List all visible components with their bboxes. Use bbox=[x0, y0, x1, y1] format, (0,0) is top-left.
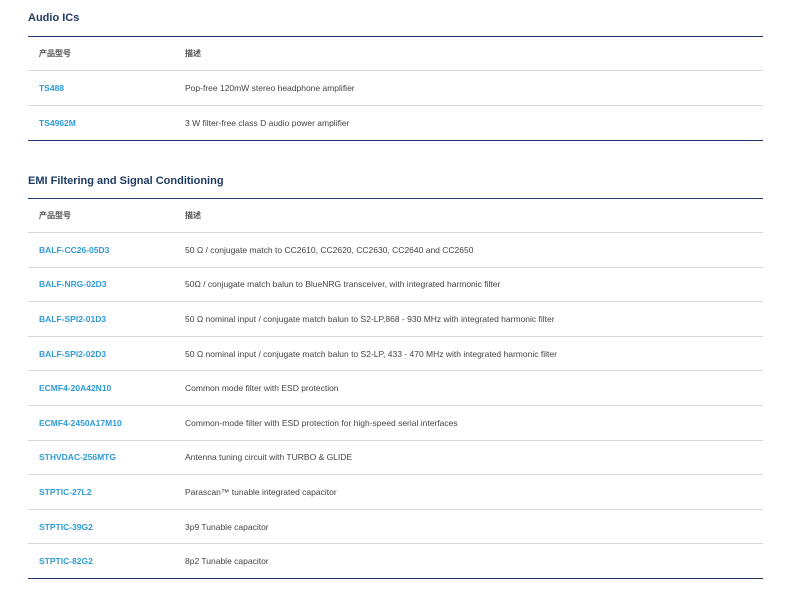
table-row: STPTIC-39G2 3p9 Tunable capacitor bbox=[28, 509, 763, 544]
part-link-balf-spi2-02d3[interactable]: BALF-SPI2-02D3 bbox=[39, 349, 106, 359]
table-row: ECMF4-2450A17M10 Common-mode filter with… bbox=[28, 405, 763, 441]
part-description: 8p2 Tunable capacitor bbox=[185, 556, 269, 567]
part-link-sthvdac-256mtg[interactable]: STHVDAC-256MTG bbox=[39, 452, 116, 462]
table-row: BALF-SPI2-02D3 50 Ω nominal input / conj… bbox=[28, 336, 763, 371]
part-link-stptic-39g2[interactable]: STPTIC-39G2 bbox=[39, 522, 93, 532]
table-row: STPTIC-82G2 8p2 Tunable capacitor bbox=[28, 544, 763, 579]
part-description: 3p9 Tunable capacitor bbox=[185, 521, 269, 532]
part-link-ecmf4-2450a17m10[interactable]: ECMF4-2450A17M10 bbox=[39, 418, 122, 428]
part-link-stptic-27l2[interactable]: STPTIC-27L2 bbox=[39, 487, 91, 497]
column-header-part-number: 产品型号 bbox=[39, 211, 71, 220]
table-row: TS4962M 3 W filter-free class D audio po… bbox=[28, 106, 763, 141]
part-description: Common mode filter with ESD protection bbox=[185, 383, 339, 394]
part-description: 50 Ω nominal input / conjugate match bal… bbox=[185, 348, 557, 359]
audio-ics-table: 产品型号 描述 TS488 Pop-free 120mW stereo head… bbox=[28, 36, 763, 141]
part-link-stptic-82g2[interactable]: STPTIC-82G2 bbox=[39, 556, 93, 566]
table-row: ECMF4-20A42N10 Common mode filter with E… bbox=[28, 371, 763, 406]
column-header-description: 描述 bbox=[185, 211, 201, 220]
part-description: Antenna tuning circuit with TURBO & GLID… bbox=[185, 452, 353, 463]
part-description: Common-mode filter with ESD protection f… bbox=[185, 417, 458, 428]
part-description: 50 Ω / conjugate match to CC2610, CC2620… bbox=[185, 244, 474, 255]
part-description: 50Ω / conjugate match balun to BlueNRG t… bbox=[185, 279, 501, 290]
part-link-balf-nrg-02d3[interactable]: BALF-NRG-02D3 bbox=[39, 279, 107, 289]
section-title-emi-filtering: EMI Filtering and Signal Conditioning bbox=[28, 175, 224, 187]
part-link-ts4962m[interactable]: TS4962M bbox=[39, 118, 76, 128]
section-title-audio-ics: Audio ICs bbox=[28, 12, 80, 24]
column-header-description: 描述 bbox=[185, 49, 201, 58]
table-row: STHVDAC-256MTG Antenna tuning circuit wi… bbox=[28, 440, 763, 475]
part-link-ecmf4-20a42n10[interactable]: ECMF4-20A42N10 bbox=[39, 383, 111, 393]
part-description: 3 W filter-free class D audio power ampl… bbox=[185, 118, 350, 128]
part-link-balf-cc26-05d3[interactable]: BALF-CC26-05D3 bbox=[39, 245, 109, 255]
table-row: BALF-NRG-02D3 50Ω / conjugate match balu… bbox=[28, 267, 763, 302]
part-link-balf-spi2-01d3[interactable]: BALF-SPI2-01D3 bbox=[39, 314, 106, 324]
part-description: Pop-free 120mW stereo headphone amplifie… bbox=[185, 83, 355, 93]
table-row: TS488 Pop-free 120mW stereo headphone am… bbox=[28, 71, 763, 106]
part-description: 50 Ω nominal input / conjugate match bal… bbox=[185, 313, 555, 324]
table-row: STPTIC-27L2 Parascan™ tunable integrated… bbox=[28, 475, 763, 510]
part-description: Parascan™ tunable integrated capacitor bbox=[185, 486, 337, 497]
table-row: BALF-SPI2-01D3 50 Ω nominal input / conj… bbox=[28, 302, 763, 337]
column-header-part-number: 产品型号 bbox=[39, 49, 71, 58]
table-header-row: 产品型号 描述 bbox=[28, 198, 763, 233]
part-link-ts488[interactable]: TS488 bbox=[39, 83, 64, 93]
emi-filtering-table: 产品型号 描述 BALF-CC26-05D3 50 Ω / conjugate … bbox=[28, 198, 763, 579]
table-header-row: 产品型号 描述 bbox=[28, 36, 763, 71]
table-row: BALF-CC26-05D3 50 Ω / conjugate match to… bbox=[28, 233, 763, 268]
